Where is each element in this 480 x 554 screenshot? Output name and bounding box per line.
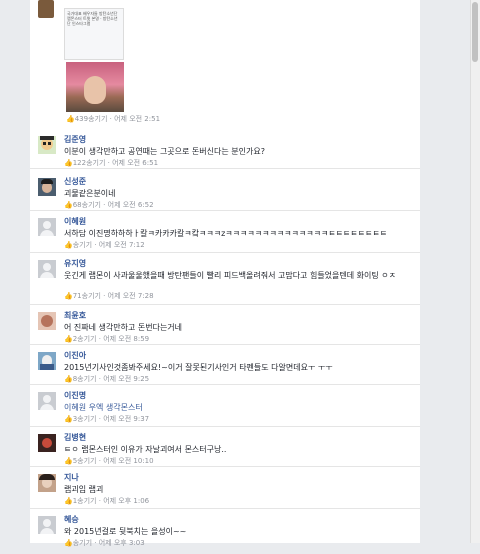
top-post: 국가대표 배우자들 방탄소년단 랩몬스터 트윗 본명 · 방탄소년단 인스타그램… (30, 0, 420, 128)
avatar[interactable] (38, 218, 56, 236)
comment-meta: 👍송기기 · 어제 오전 7:12 (64, 241, 145, 249)
comment-meta: 👍3송기기 · 어제 오전 9:37 (64, 415, 150, 423)
like-count[interactable]: 5송기기 (73, 457, 97, 465)
avatar[interactable] (38, 0, 54, 18)
like-icon[interactable]: 👍 (66, 115, 75, 123)
avatar[interactable] (38, 136, 56, 154)
comment-text: 랩괴임 랩괴 (64, 485, 104, 494)
comment-author[interactable]: 이진명 (64, 390, 86, 401)
scrollbar-thumb[interactable] (472, 2, 478, 62)
list-item: 이혜원 서하담 이진명하하하ㅏ칼ㅋ카카카칼ㅋ캌ㅋㅋㅋzㅋㅋㅋㅋㅋㅋㅋㅋㅋㅋㅋㅋㅋ… (38, 216, 420, 256)
comment-meta: 👍5송기기 · 어제 오전 10:10 (64, 457, 154, 465)
like-count[interactable]: 8송기기 (73, 375, 97, 383)
like-icon[interactable]: 👍 (64, 375, 73, 383)
post-meta: 👍439송기기 · 어제 오전 2:51 (66, 115, 161, 123)
list-item: 이진명 이혜원 우엑 생각몬스터 👍3송기기 · 어제 오전 9:37 (38, 390, 420, 430)
like-icon[interactable]: 👍 (64, 241, 73, 249)
divider (30, 384, 420, 385)
list-item: 지나 랩괴임 랩괴 👍1송기기 · 어제 오후 1:06 (38, 472, 420, 512)
comment-meta: 👍71송기기 · 어제 오전 7:28 (64, 292, 154, 300)
comment-text: 이혜원 우엑 생각몬스터 (64, 402, 143, 413)
timestamp[interactable]: 어제 오전 10:10 (103, 457, 153, 465)
post-photo[interactable] (66, 62, 124, 112)
avatar[interactable] (38, 178, 56, 196)
divider (30, 168, 420, 169)
avatar[interactable] (38, 352, 56, 370)
comment-text: ㅌㅇ 랩몬스터인 이유가 자날괴여서 몬스터구낭.. (64, 445, 227, 454)
avatar[interactable] (38, 312, 56, 330)
comment-author[interactable]: 이혜원 (64, 216, 86, 227)
comment-meta: 👍2송기기 · 어제 오전 8:59 (64, 335, 150, 343)
like-icon[interactable]: 👍 (64, 539, 73, 547)
comment-author[interactable]: 지나 (64, 472, 79, 483)
scrollbar-track[interactable] (470, 0, 480, 543)
like-icon[interactable]: 👍 (64, 457, 73, 465)
divider (30, 252, 420, 253)
timestamp[interactable]: 어제 오전 7:28 (108, 292, 154, 300)
timestamp[interactable]: 어제 오전 6:52 (108, 201, 154, 209)
like-count[interactable]: 122송기기 (73, 159, 106, 167)
timestamp[interactable]: 어제 오후 1:06 (103, 497, 149, 505)
list-item: 유지영 웃긴게 랩몬이 사과울울했을때 방탄팬들이 빨리 피드백올려줘서 고맙다… (38, 258, 420, 300)
list-item: 혜승 와 2015년걸로 뒷북치는 을성이~~ 👍송기기 · 어제 오후 3:0… (38, 514, 420, 554)
divider (30, 344, 420, 345)
like-count[interactable]: 송기기 (73, 241, 92, 249)
comment-author[interactable]: 김준영 (64, 134, 86, 145)
like-count[interactable]: 71송기기 (73, 292, 101, 300)
avatar[interactable] (38, 434, 56, 452)
comment-text: 와 2015년걸로 뒷북치는 을성이~~ (64, 527, 187, 536)
avatar[interactable] (38, 392, 56, 410)
timestamp[interactable]: 어제 오전 7:12 (99, 241, 145, 249)
like-icon[interactable]: 👍 (64, 292, 73, 300)
comment-text: 2015년기사인것좀봐주세요!~이거 잘못된기사인거 타펜들도 다알면데요ㅜ ㅜ… (64, 363, 333, 372)
divider (30, 210, 420, 211)
mention-link[interactable]: 이혜원 우엑 생각몬스터 (64, 403, 143, 412)
like-count[interactable]: 3송기기 (73, 415, 97, 423)
like-icon[interactable]: 👍 (64, 497, 73, 505)
card-text: 국가대표 배우자들 방탄소년단 랩몬스터 트윗 본명 · 방탄소년단 인스타그램 (67, 11, 118, 26)
like-icon[interactable]: 👍 (64, 415, 73, 423)
comment-author[interactable]: 김병현 (64, 432, 86, 443)
comment-author[interactable]: 최윤호 (64, 310, 86, 321)
timestamp[interactable]: 어제 오전 9:25 (103, 375, 149, 383)
comment-meta: 👍송기기 · 어제 오후 3:03 (64, 539, 145, 547)
comment-meta: 👍68송기기 · 어제 오전 6:52 (64, 201, 154, 209)
like-count[interactable]: 68송기기 (73, 201, 101, 209)
divider (30, 466, 420, 467)
like-count[interactable]: 439송기기 (75, 115, 108, 123)
comment-author[interactable]: 혜승 (64, 514, 79, 525)
timestamp[interactable]: 어제 오전 9:37 (103, 415, 149, 423)
timestamp[interactable]: 어제 오후 3:03 (99, 539, 145, 547)
comment-meta: 👍122송기기 · 어제 오전 6:51 (64, 159, 159, 167)
like-icon[interactable]: 👍 (64, 159, 73, 167)
like-count[interactable]: 송기기 (73, 539, 92, 547)
timestamp[interactable]: 어제 오전 2:51 (114, 115, 160, 123)
divider (30, 508, 420, 509)
comment-author[interactable]: 이진아 (64, 350, 86, 361)
divider (30, 304, 420, 305)
timestamp[interactable]: 어제 오전 8:59 (103, 335, 149, 343)
like-count[interactable]: 2송기기 (73, 335, 97, 343)
comment-meta: 👍8송기기 · 어제 오전 9:25 (64, 375, 150, 383)
timestamp[interactable]: 어제 오전 6:51 (112, 159, 158, 167)
comment-text: 이분이 생각만하고 공연때는 그곳으로 돈버신다는 분인가요? (64, 147, 265, 156)
divider (30, 426, 420, 427)
comment-text: 괴물같은분이네 (64, 189, 116, 198)
avatar[interactable] (38, 474, 56, 492)
like-icon[interactable]: 👍 (64, 201, 73, 209)
comment-text: 서하담 이진명하하하ㅏ칼ㅋ카카카칼ㅋ캌ㅋㅋㅋzㅋㅋㅋㅋㅋㅋㅋㅋㅋㅋㅋㅋㅋㅋㅌㅌㅌ… (64, 229, 388, 238)
face-shape (84, 76, 106, 104)
avatar[interactable] (38, 260, 56, 278)
comment-meta: 👍1송기기 · 어제 오후 1:06 (64, 497, 150, 505)
like-count[interactable]: 1송기기 (73, 497, 97, 505)
link-preview-card[interactable]: 국가대표 배우자들 방탄소년단 랩몬스터 트윗 본명 · 방탄소년단 인스타그램 (64, 8, 124, 60)
comment-text: 웃긴게 랩몬이 사과울울했을때 방탄팬들이 빨리 피드백올려줘서 고맙다고 힘들… (64, 271, 397, 280)
comment-author[interactable]: 유지영 (64, 258, 86, 269)
like-icon[interactable]: 👍 (64, 335, 73, 343)
avatar[interactable] (38, 516, 56, 534)
comment-text: 어 진짜네 생각만하고 돈번다는거네 (64, 323, 183, 332)
comment-author[interactable]: 신성준 (64, 176, 86, 187)
